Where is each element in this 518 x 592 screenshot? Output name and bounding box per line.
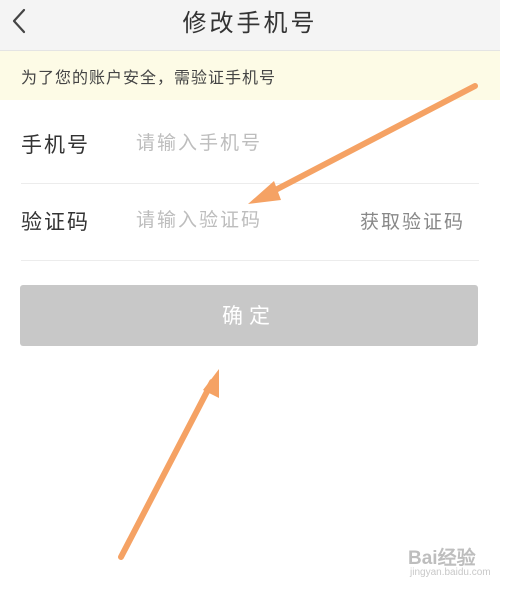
phone-label: 手机号 [21, 133, 90, 157]
get-code-button[interactable]: 获取验证码 [360, 207, 465, 234]
phone-row: 手机号 [21, 107, 479, 184]
security-notice-banner: 为了您的账户安全，需验证手机号 [0, 51, 500, 100]
baidu-jingyan-watermark: Bai经验 jingyan.baidu.com [408, 543, 508, 587]
arrow-to-confirm-button [118, 369, 219, 560]
verification-code-input[interactable] [136, 202, 336, 238]
security-notice-text: 为了您的账户安全，需验证手机号 [21, 68, 277, 87]
code-row: 验证码 获取验证码 [21, 184, 479, 261]
confirm-button[interactable]: 确定 [20, 285, 478, 346]
nav-header: 修改手机号 [0, 0, 500, 51]
page-title: 修改手机号 [182, 9, 318, 37]
phone-input[interactable] [136, 125, 336, 161]
arrowhead-icon [203, 369, 219, 398]
code-label: 验证码 [21, 210, 90, 234]
watermark-url: jingyan.baidu.com [410, 567, 491, 578]
watermark-logo: Bai经验 [408, 548, 476, 569]
confirm-button-label: 确定 [222, 304, 276, 328]
